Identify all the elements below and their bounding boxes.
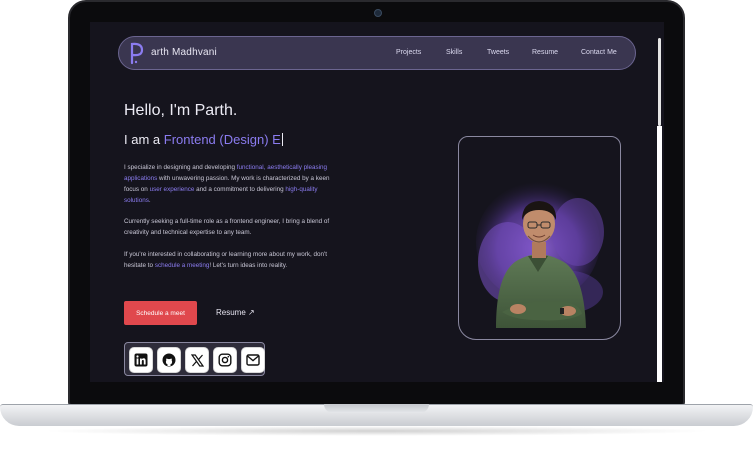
github-button[interactable] <box>157 347 181 373</box>
mail-icon <box>246 354 260 366</box>
page-scrollbar-track[interactable] <box>657 126 662 382</box>
hero-greeting: Hello, I'm Parth. <box>124 102 238 119</box>
highlighted-phrase[interactable]: user experience <box>150 186 195 193</box>
role-typed-text: Frontend (Design) E <box>163 132 281 147</box>
text-segment: I specialize in designing and developing <box>124 164 237 171</box>
github-icon <box>162 353 176 367</box>
nav-tweets[interactable]: Tweets <box>487 49 509 56</box>
browser-viewport: arth Madhvani Projects Skills Tweets Res… <box>90 22 664 382</box>
laptop-mockup: arth Madhvani Projects Skills Tweets Res… <box>0 0 753 450</box>
profile-photo <box>476 182 604 328</box>
intro-paragraph: I specialize in designing and developing… <box>124 162 338 206</box>
nav-skills[interactable]: Skills <box>446 49 462 56</box>
seeking-paragraph: Currently seeking a full-time role as a … <box>124 218 330 236</box>
x-icon <box>190 353 204 367</box>
text-segment: . <box>148 197 151 204</box>
logo-p-icon[interactable] <box>125 40 147 66</box>
nav-resume[interactable]: Resume <box>532 49 558 56</box>
brand-name[interactable]: arth Madhvani <box>151 47 217 58</box>
x-button[interactable] <box>185 347 209 373</box>
mail-button[interactable] <box>241 347 265 373</box>
schedule-meet-button[interactable]: Schedule a meet <box>124 301 197 325</box>
text-segment: and a commitment to delivering <box>194 186 286 193</box>
webcam <box>374 9 382 17</box>
nav-contact-me[interactable]: Contact Me <box>581 49 617 56</box>
linkedin-button[interactable] <box>129 347 153 373</box>
resume-link[interactable]: Resume ↗ <box>216 308 255 317</box>
laptop-opening-notch <box>324 404 429 413</box>
social-links-bar <box>124 342 265 376</box>
text-segment: ! Let's turn ideas into reality. <box>209 262 288 269</box>
linkedin-icon <box>134 353 148 367</box>
page-scrollbar-thumb[interactable] <box>658 38 661 126</box>
instagram-icon <box>218 353 232 367</box>
hero-role-line: I am a Frontend (Design) E <box>124 132 283 147</box>
nav-projects[interactable]: Projects <box>396 49 421 56</box>
typing-caret <box>281 133 283 146</box>
laptop-shadow <box>40 426 713 436</box>
highlighted-phrase[interactable]: schedule a meeting <box>155 262 210 269</box>
collab-paragraph: If you're interested in collaborating or… <box>124 249 338 271</box>
role-prefix: I am a <box>124 132 164 147</box>
instagram-button[interactable] <box>213 347 237 373</box>
navbar: arth Madhvani Projects Skills Tweets Res… <box>118 36 636 70</box>
